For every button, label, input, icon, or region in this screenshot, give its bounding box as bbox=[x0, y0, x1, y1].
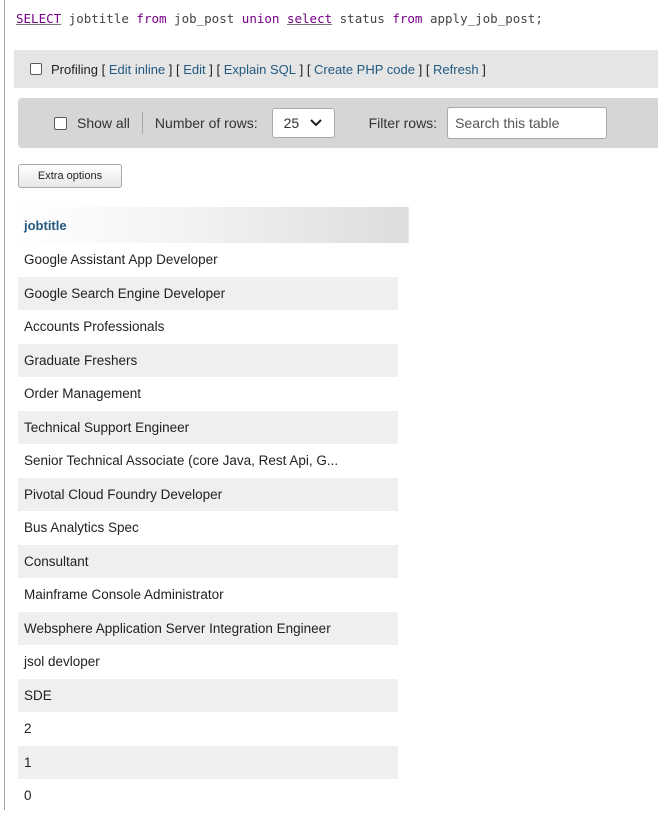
table-row[interactable]: Bus Analytics Spec bbox=[18, 511, 398, 545]
number-of-rows-label: Number of rows: bbox=[154, 115, 258, 131]
bracket-text: ] [ bbox=[165, 61, 184, 77]
table-row[interactable]: Technical Support Engineer bbox=[18, 410, 398, 444]
sql-table: job_post bbox=[166, 11, 242, 26]
table-row[interactable]: 0 bbox=[18, 779, 398, 813]
sql-keyword-select-2: select bbox=[286, 11, 333, 26]
table-row[interactable]: Graduate Freshers bbox=[18, 343, 398, 377]
bracket-text: ] [ bbox=[295, 61, 315, 77]
filter-rows-input[interactable]: Search this table bbox=[447, 107, 608, 139]
table-row[interactable]: Senior Technical Associate (core Java, R… bbox=[18, 444, 398, 478]
table-navigation-bar: Show all Number of rows: 25 Filter rows:… bbox=[18, 98, 658, 148]
edit-inline-link[interactable]: Edit inline bbox=[109, 62, 165, 77]
table-row[interactable]: Consultant bbox=[18, 544, 398, 578]
edit-link[interactable]: Edit bbox=[183, 62, 205, 77]
bracket-text: ] [ bbox=[205, 61, 224, 77]
rows-select-value: 25 bbox=[283, 115, 300, 131]
show-all-checkbox[interactable] bbox=[54, 116, 67, 130]
table-row[interactable]: SDE bbox=[18, 678, 398, 712]
result-table: jobtitle Google Assistant App Developer … bbox=[18, 207, 409, 813]
table-row[interactable]: 2 bbox=[18, 712, 398, 746]
bracket-text: ] [ bbox=[414, 61, 434, 77]
table-row[interactable]: Google Search Engine Developer bbox=[18, 276, 398, 310]
table-row[interactable]: Accounts Professionals bbox=[18, 310, 398, 344]
column-header-jobtitle[interactable]: jobtitle bbox=[18, 207, 409, 243]
sql-query-text[interactable]: SELECT jobtitle from job_post union sele… bbox=[16, 11, 543, 26]
explain-sql-link[interactable]: Explain SQL bbox=[224, 62, 296, 77]
left-border-rule bbox=[4, 0, 5, 810]
table-row[interactable]: Order Management bbox=[18, 377, 398, 411]
refresh-link[interactable]: Refresh bbox=[433, 62, 479, 77]
chevron-down-icon bbox=[310, 119, 322, 127]
sql-table-2: apply_job_post; bbox=[422, 11, 543, 26]
sql-space bbox=[279, 11, 287, 26]
create-php-code-link[interactable]: Create PHP code bbox=[314, 62, 415, 77]
filter-rows-label: Filter rows: bbox=[368, 115, 438, 131]
profiling-label[interactable]: Profiling bbox=[51, 62, 98, 77]
sql-column-2: status bbox=[332, 11, 393, 26]
sql-keyword-select: SELECT bbox=[16, 11, 62, 26]
sql-keyword-union: union bbox=[241, 11, 280, 26]
sql-keyword-from-2: from bbox=[392, 11, 423, 26]
table-row[interactable]: Google Assistant App Developer bbox=[18, 243, 398, 277]
bracket-text: ] bbox=[478, 61, 486, 77]
extra-options-button[interactable]: Extra options bbox=[18, 164, 122, 188]
profiling-toolbar: Profiling [ Edit inline ] [ Edit ] [ Exp… bbox=[14, 50, 658, 88]
table-row[interactable]: 1 bbox=[18, 745, 398, 779]
nav-divider bbox=[141, 112, 143, 134]
sql-column: jobtitle bbox=[61, 11, 137, 26]
bracket-text: [ bbox=[97, 61, 109, 77]
profiling-checkbox[interactable] bbox=[30, 63, 42, 75]
filter-placeholder: Search this table bbox=[455, 115, 560, 131]
number-of-rows-select[interactable]: 25 bbox=[271, 108, 335, 138]
table-row[interactable]: Mainframe Console Administrator bbox=[18, 578, 398, 612]
table-row[interactable]: jsol devloper bbox=[18, 645, 398, 679]
sql-keyword-from: from bbox=[136, 11, 167, 26]
table-row[interactable]: Pivotal Cloud Foundry Developer bbox=[18, 477, 398, 511]
table-row[interactable]: Websphere Application Server Integration… bbox=[18, 611, 398, 645]
show-all-label[interactable]: Show all bbox=[77, 115, 130, 131]
